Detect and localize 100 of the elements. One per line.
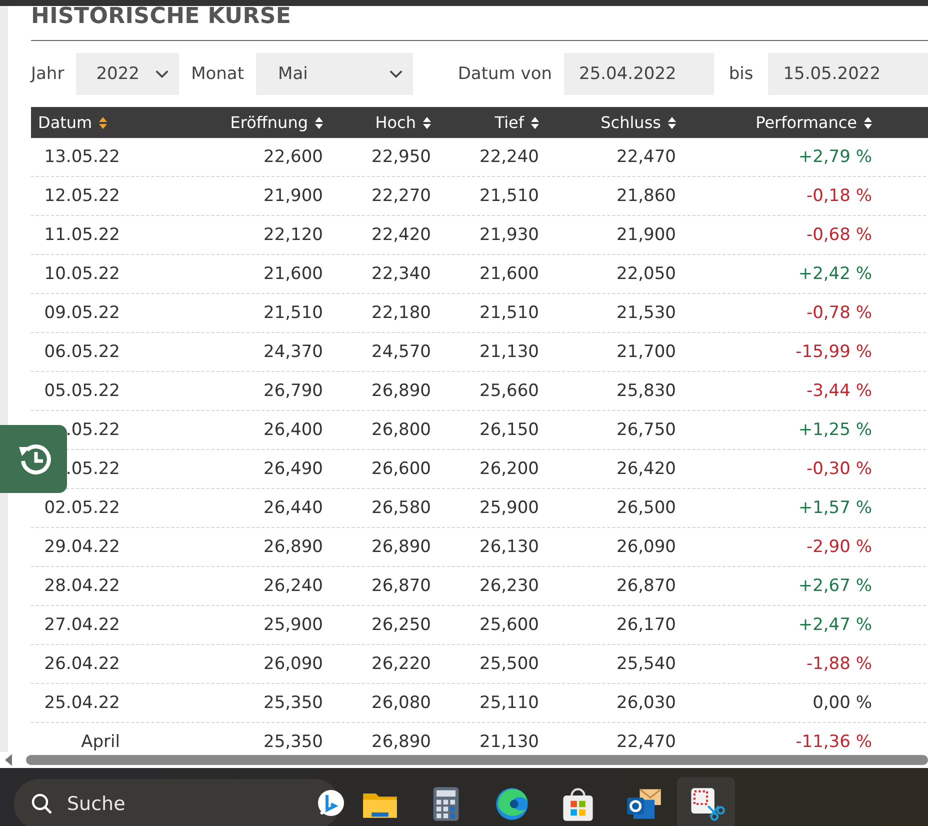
table-cell: 26,220	[372, 654, 431, 674]
table-cell: 21,130	[480, 342, 539, 362]
table-cell: 26,890	[264, 537, 323, 557]
table-cell: 26,200	[480, 459, 539, 479]
date-cell: 12.05.22	[44, 186, 120, 206]
performance-cell: +2,79 %	[798, 147, 872, 167]
table-cell: 21,900	[616, 225, 676, 245]
date-to-field[interactable]: 15.05.2022	[768, 53, 928, 95]
table-cell: 26,080	[372, 693, 431, 713]
performance-cell: +2,42 %	[798, 264, 872, 284]
date-from-field[interactable]: 25.04.2022	[564, 53, 714, 95]
performance-cell: -3,44 %	[806, 381, 872, 401]
column-header[interactable]: Performance	[684, 113, 880, 132]
table-cell: 26,890	[372, 537, 431, 557]
browser-icon[interactable]	[493, 785, 531, 823]
column-header[interactable]: Tief	[439, 113, 547, 132]
table-cell: 26,130	[480, 537, 539, 557]
table-cell: 25,660	[480, 381, 539, 401]
performance-cell: +2,47 %	[798, 615, 872, 635]
table-cell: 22,180	[372, 303, 431, 323]
history-button[interactable]	[0, 425, 67, 493]
table-cell: 26,090	[264, 654, 323, 674]
table-cell: 22,600	[264, 147, 323, 167]
table-cell: 26,890	[372, 381, 431, 401]
table-cell: 26,170	[616, 615, 676, 635]
table-cell: 26,090	[616, 537, 676, 557]
chat-bubble-icon[interactable]	[316, 788, 346, 818]
date-cell: 25.04.22	[44, 693, 120, 713]
table-cell: 26,800	[372, 420, 431, 440]
sort-icon	[864, 116, 872, 128]
year-select[interactable]: 2022	[76, 53, 180, 95]
chevron-down-icon	[388, 70, 403, 79]
search-icon	[30, 792, 54, 816]
table-cell: 22,470	[616, 147, 676, 167]
table-cell: 22,420	[372, 225, 431, 245]
month-select[interactable]: Mai	[256, 53, 413, 95]
date-cell: 05.05.22	[44, 381, 120, 401]
table-cell: 25,600	[480, 615, 539, 635]
table-cell: 22,270	[372, 186, 431, 206]
date-cell: 09.05.22	[44, 303, 120, 323]
table-cell: 25,540	[616, 654, 676, 674]
table-cell: 21,900	[264, 186, 323, 206]
table-cell: 26,870	[372, 576, 431, 596]
table-cell: 25,500	[480, 654, 539, 674]
table-cell: 22,050	[616, 264, 676, 284]
table-cell: 21,600	[264, 264, 323, 284]
date-cell: 10.05.22	[44, 264, 120, 284]
table-cell: 26,030	[616, 693, 676, 713]
date-cell: 27.04.22	[44, 615, 120, 635]
sort-icon	[99, 116, 108, 128]
date-cell: 29.04.22	[44, 537, 120, 557]
chevron-down-icon	[155, 70, 170, 79]
performance-cell: -2,90 %	[806, 537, 872, 557]
table-cell: 26,400	[264, 420, 323, 440]
table-cell: 22,950	[372, 147, 431, 167]
sort-icon	[315, 116, 323, 128]
column-header[interactable]: Hoch	[331, 113, 439, 132]
table-cell: 26,870	[616, 576, 676, 596]
table-cell: 22,120	[264, 225, 323, 245]
performance-cell: -0,30 %	[806, 459, 872, 479]
scroll-left-icon[interactable]	[5, 754, 13, 766]
table-cell: 21,600	[480, 264, 539, 284]
date-cell: 28.04.22	[44, 576, 120, 596]
performance-cell: +2,67 %	[798, 576, 872, 596]
performance-cell: +1,57 %	[798, 498, 872, 518]
table-cell: 25,830	[616, 381, 676, 401]
table-cell: 26,580	[372, 498, 431, 518]
section-title: HISTORISCHE KURSE	[31, 6, 292, 31]
table-cell: 26,240	[264, 576, 323, 596]
column-header[interactable]: Schluss	[547, 113, 684, 132]
table-cell: 25,350	[264, 732, 323, 752]
table-cell: 26,790	[264, 381, 323, 401]
date-cell: .05.22	[66, 420, 120, 440]
date-cell: 26.04.22	[44, 654, 120, 674]
date-cell: 11.05.22	[44, 225, 120, 245]
table-cell: 26,600	[372, 459, 431, 479]
table-cell: 21,860	[616, 186, 676, 206]
date-cell: 02.05.22	[44, 498, 120, 518]
table-cell: 24,570	[372, 342, 431, 362]
taskbar-app-button[interactable]	[677, 777, 735, 826]
table-cell: 26,490	[264, 459, 323, 479]
table-cell: 21,510	[264, 303, 323, 323]
column-header[interactable]: Eröffnung	[201, 113, 331, 132]
performance-cell: +1,25 %	[798, 420, 872, 440]
table-cell: 26,890	[372, 732, 431, 752]
table-cell: 26,420	[616, 459, 676, 479]
sort-icon	[423, 116, 431, 128]
column-header[interactable]: Datum	[31, 113, 201, 132]
performance-cell: 0,00 %	[812, 693, 872, 713]
table-cell: 26,150	[480, 420, 539, 440]
table-cell: 21,930	[480, 225, 539, 245]
performance-cell: -11,36 %	[796, 732, 872, 752]
scrollbar-thumb[interactable]	[26, 755, 928, 765]
table-cell: 24,370	[264, 342, 323, 362]
table-cell: 26,440	[264, 498, 323, 518]
table-cell: 21,510	[480, 303, 539, 323]
table-cell: 21,700	[616, 342, 676, 362]
date-cell: .05.22	[66, 459, 120, 479]
table-cell: 21,510	[480, 186, 539, 206]
performance-cell: -1,88 %	[806, 654, 872, 674]
